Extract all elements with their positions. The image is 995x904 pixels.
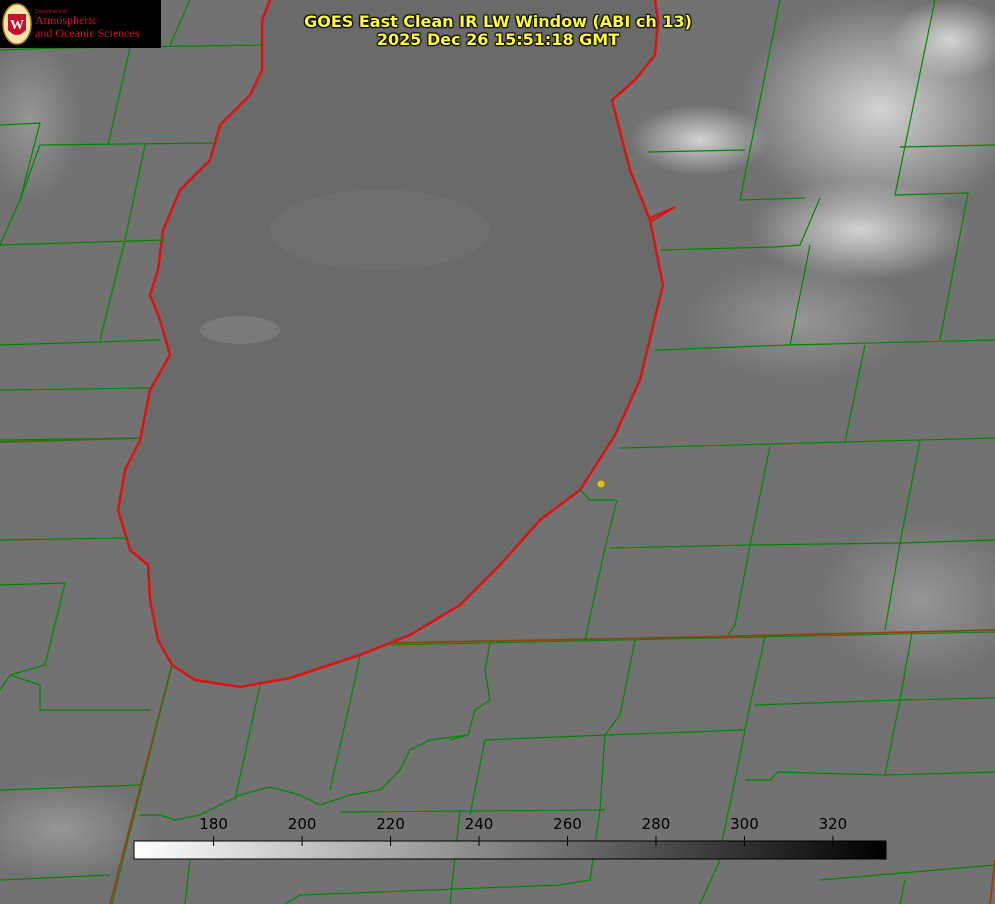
colorbar-tick-label: 180 <box>199 815 228 833</box>
colorbar-tick-label: 220 <box>376 815 405 833</box>
satellite-map <box>0 0 995 904</box>
colorbar-tick-label: 280 <box>641 815 671 833</box>
uw-crest-icon: W <box>2 3 32 45</box>
colorbar-tick-label: 260 <box>553 815 582 833</box>
colorbar-tick-label: 320 <box>818 815 848 833</box>
colorbar-tick-label: 200 <box>287 815 317 833</box>
uw-aos-logo: W Department of Atmospheric and Oceanic … <box>0 0 161 48</box>
location-marker <box>597 480 605 488</box>
colorbar-tick-label: 240 <box>464 815 494 833</box>
colorbar-tick-labels: 180 200 220 240 260 280 300 320 <box>0 815 995 835</box>
logo-line-2: and Oceanic Sciences <box>35 26 140 40</box>
svg-text:W: W <box>10 18 24 33</box>
colorbar-gradient <box>133 840 887 860</box>
colorbar-tick-label: 300 <box>730 815 759 833</box>
